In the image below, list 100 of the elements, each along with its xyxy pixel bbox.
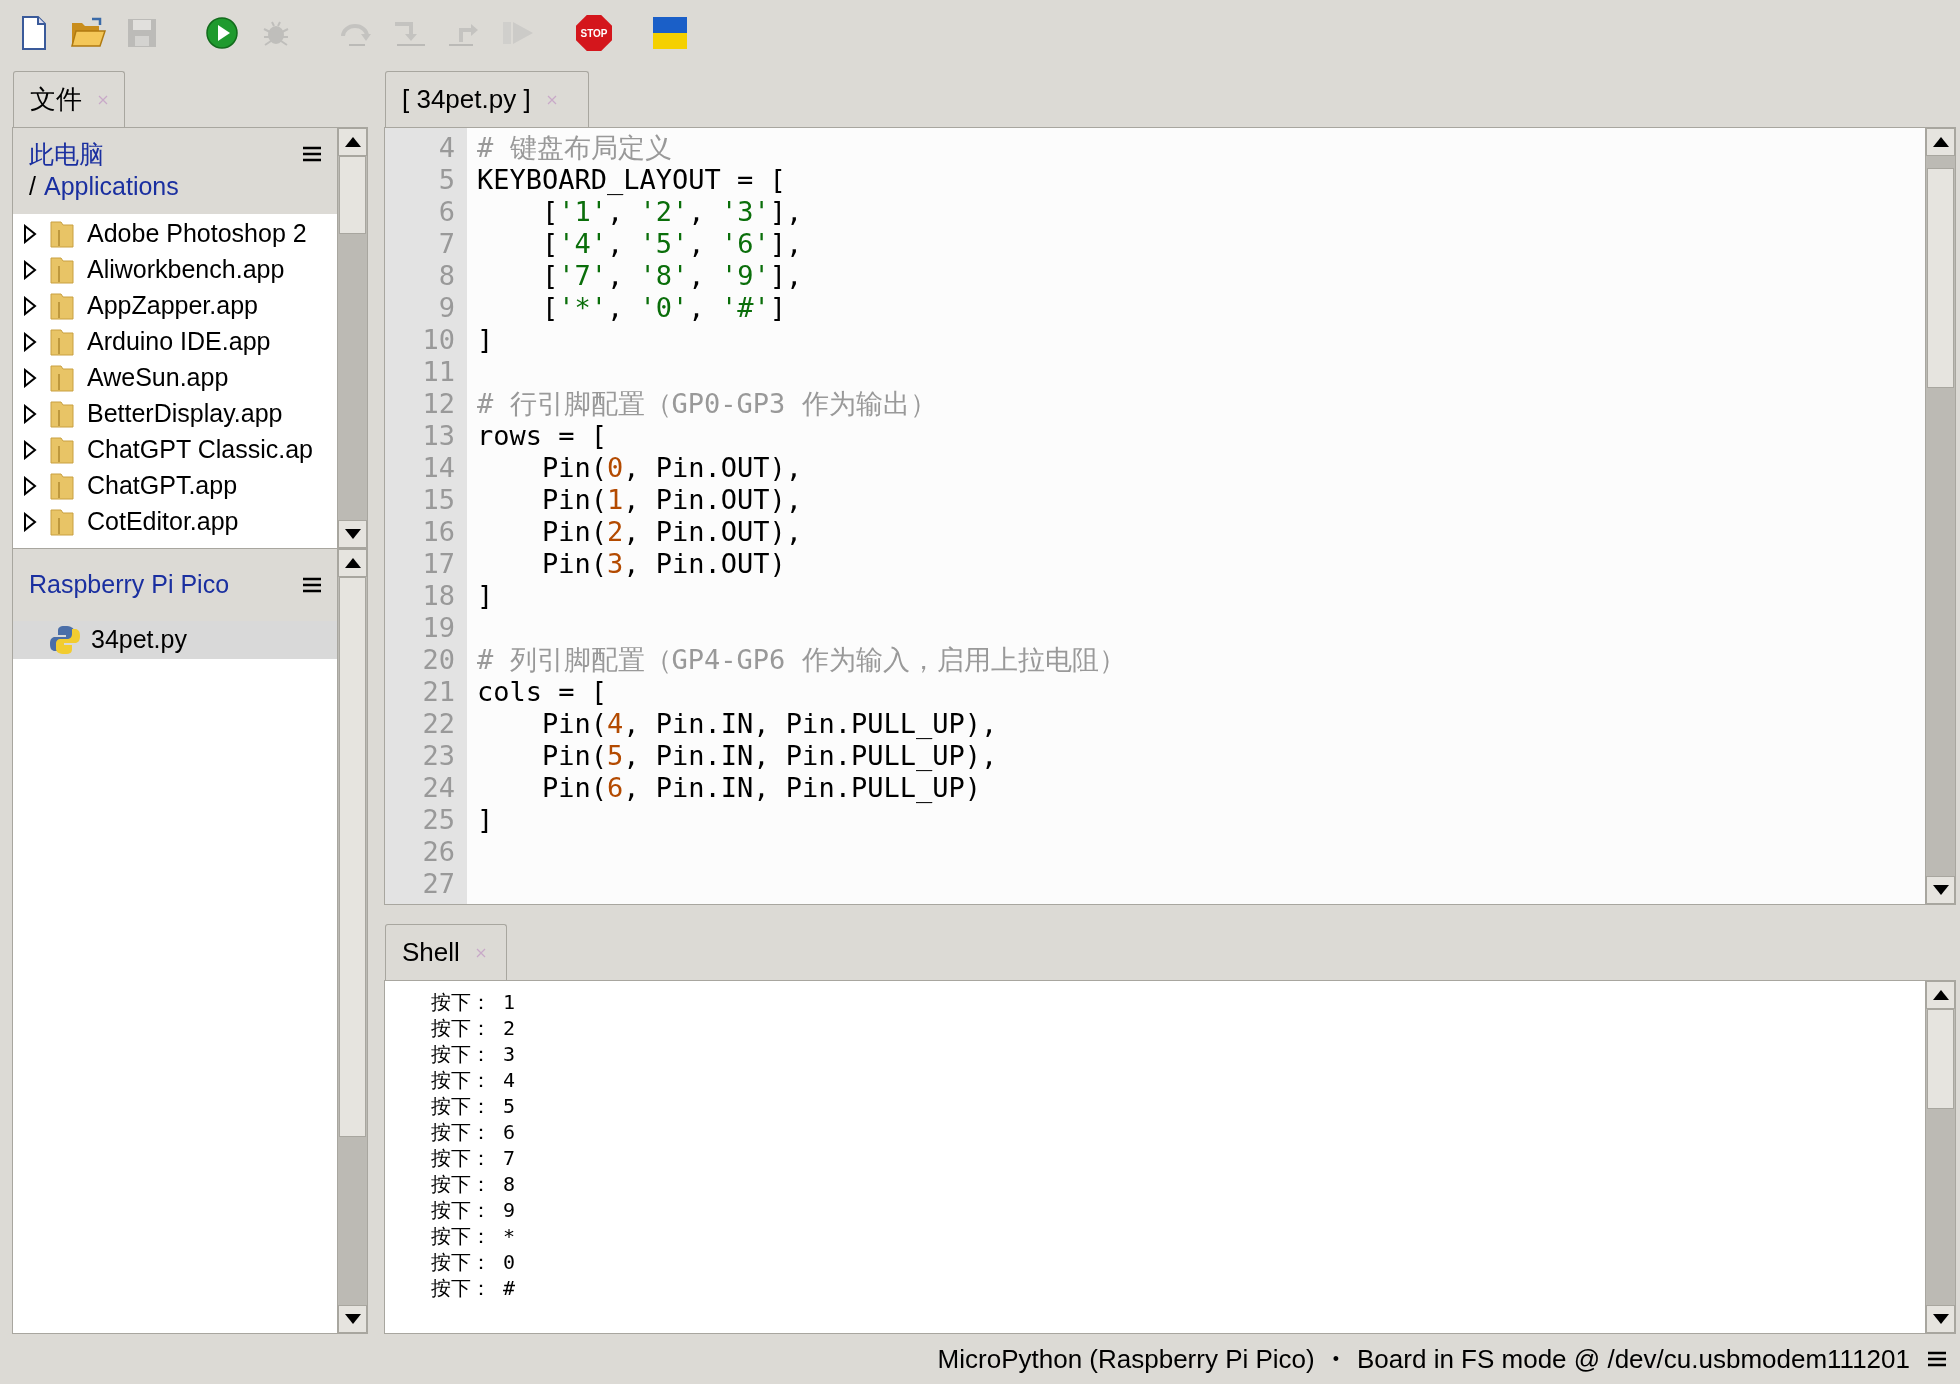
shell-output-line: 按下： 5 bbox=[431, 1093, 517, 1119]
down-triangle-icon bbox=[344, 529, 361, 539]
scroll-up-button[interactable] bbox=[338, 128, 367, 156]
code-line: ['4', '5', '6'], bbox=[541, 228, 804, 260]
tree-item[interactable]: ChatGPT Classic.ap bbox=[13, 432, 337, 468]
tree-item[interactable]: BetterDisplay.app bbox=[13, 396, 337, 432]
menu-icon[interactable] bbox=[1928, 1351, 1946, 1367]
folder-icon bbox=[49, 508, 75, 536]
code-line: Pin(2, Pin.OUT), bbox=[541, 516, 804, 548]
right-triangle-icon[interactable] bbox=[23, 476, 37, 496]
file-name: BetterDisplay.app bbox=[87, 398, 283, 430]
path-separator: / bbox=[29, 171, 36, 202]
scrollbar[interactable] bbox=[337, 128, 367, 548]
tree-item[interactable]: Arduino IDE.app bbox=[13, 324, 337, 360]
code-line: Pin(0, Pin.OUT), bbox=[541, 452, 804, 484]
folder-icon bbox=[49, 220, 75, 248]
tree-item[interactable]: AweSun.app bbox=[13, 360, 337, 396]
flag-icon bbox=[653, 17, 687, 49]
blank-page-icon bbox=[21, 16, 47, 50]
scroll-up-button[interactable] bbox=[338, 549, 367, 577]
folder-icon bbox=[70, 17, 106, 49]
tab-label: Shell bbox=[402, 936, 460, 969]
right-triangle-icon[interactable] bbox=[23, 512, 37, 532]
tree-item[interactable]: ChatGPT.app bbox=[13, 468, 337, 504]
folder-icon bbox=[49, 292, 75, 320]
scroll-down-button[interactable] bbox=[1926, 876, 1955, 904]
play-icon bbox=[206, 17, 238, 49]
right-triangle-icon[interactable] bbox=[23, 404, 37, 424]
file-name: Arduino IDE.app bbox=[87, 326, 271, 358]
scroll-up-button[interactable] bbox=[1926, 128, 1955, 156]
down-triangle-icon bbox=[1932, 885, 1949, 895]
right-triangle-icon[interactable] bbox=[23, 332, 37, 352]
code-line: Pin(1, Pin.OUT), bbox=[541, 484, 804, 516]
right-triangle-icon[interactable] bbox=[23, 260, 37, 280]
scroll-thumb[interactable] bbox=[1927, 1009, 1954, 1109]
right-triangle-icon[interactable] bbox=[23, 368, 37, 388]
tab[interactable]: Shell bbox=[385, 924, 507, 980]
line-number: 20 bbox=[421, 644, 456, 676]
location-title[interactable]: Raspberry Pi Pico bbox=[29, 566, 230, 604]
interpreter-status[interactable]: MicroPython (Raspberry Pi Pico) bbox=[937, 1339, 1315, 1379]
stop-button[interactable]: STOP bbox=[576, 15, 612, 51]
scroll-down-button[interactable] bbox=[1926, 1305, 1955, 1333]
menu-icon[interactable] bbox=[303, 146, 321, 162]
up-triangle-icon bbox=[344, 137, 361, 147]
right-triangle-icon[interactable] bbox=[23, 440, 37, 460]
line-number: 18 bbox=[421, 580, 456, 612]
scroll-thumb[interactable] bbox=[1927, 168, 1954, 388]
scrollbar[interactable] bbox=[1925, 981, 1955, 1333]
up-triangle-icon bbox=[1932, 137, 1949, 147]
up-triangle-icon bbox=[344, 558, 361, 568]
scroll-thumb[interactable] bbox=[339, 577, 366, 1137]
menu-icon[interactable] bbox=[303, 577, 321, 593]
file-name: ChatGPT Classic.ap bbox=[87, 434, 313, 466]
file-row[interactable]: 34pet.py bbox=[13, 621, 337, 659]
scrollbar[interactable] bbox=[1925, 128, 1955, 904]
path-link[interactable]: Applications bbox=[43, 170, 179, 202]
tab[interactable]: [ 34pet.py ] bbox=[385, 71, 589, 127]
tree-item[interactable]: CotEditor.app bbox=[13, 504, 337, 540]
scroll-thumb[interactable] bbox=[339, 156, 366, 234]
code-line: ] bbox=[477, 804, 495, 836]
tree-item[interactable]: AppZapper.app bbox=[13, 288, 337, 324]
file-name: AweSun.app bbox=[87, 362, 229, 394]
scroll-down-button[interactable] bbox=[338, 520, 367, 548]
scroll-down-button[interactable] bbox=[338, 1305, 367, 1333]
line-number: 7 bbox=[437, 228, 456, 260]
line-number: 9 bbox=[437, 292, 456, 324]
file-name: 34pet.py bbox=[91, 624, 187, 656]
file-name: ChatGPT.app bbox=[87, 470, 238, 502]
location-title[interactable]: 此电脑 bbox=[29, 138, 179, 170]
snake-logo-icon bbox=[49, 624, 81, 656]
line-number: 6 bbox=[437, 196, 456, 228]
file-name: Adobe Photoshop 2 bbox=[87, 218, 307, 250]
line-number: 14 bbox=[421, 452, 456, 484]
down-triangle-icon bbox=[344, 1314, 361, 1324]
folder-icon bbox=[49, 472, 75, 500]
shell-output-line: 按下： * bbox=[431, 1223, 517, 1249]
code-line: # 行引脚配置（GP0-GP3 作为输出） bbox=[477, 388, 938, 420]
up-triangle-icon bbox=[1932, 990, 1949, 1000]
shell-output-line: 按下： 2 bbox=[431, 1015, 517, 1041]
separator-dot: • bbox=[1332, 1347, 1340, 1371]
tree-item[interactable]: Aliworkbench.app bbox=[13, 252, 337, 288]
right-triangle-icon[interactable] bbox=[23, 296, 37, 316]
code-line: ] bbox=[477, 580, 495, 612]
folder-icon bbox=[49, 400, 75, 428]
code-line: ['7', '8', '9'], bbox=[541, 260, 804, 292]
scrollbar[interactable] bbox=[337, 549, 367, 1333]
folder-icon bbox=[49, 364, 75, 392]
code-line: ['*', '0', '#'] bbox=[541, 292, 787, 324]
line-number: 12 bbox=[421, 388, 456, 420]
code-line: ['1', '2', '3'], bbox=[541, 196, 804, 228]
shell-output-line: 按下： 8 bbox=[431, 1171, 517, 1197]
port-status[interactable]: Board in FS mode @ /dev/cu.usbmodem111201 bbox=[1357, 1339, 1910, 1379]
folder-icon bbox=[49, 436, 75, 464]
shell-output-line: 按下： 3 bbox=[431, 1041, 517, 1067]
tree-item[interactable]: Adobe Photoshop 2 bbox=[13, 216, 337, 252]
line-number: 26 bbox=[421, 836, 456, 868]
line-number: 5 bbox=[437, 164, 456, 196]
scroll-up-button[interactable] bbox=[1926, 981, 1955, 1009]
right-triangle-icon[interactable] bbox=[23, 224, 37, 244]
tab[interactable]: 文件 bbox=[13, 71, 125, 127]
